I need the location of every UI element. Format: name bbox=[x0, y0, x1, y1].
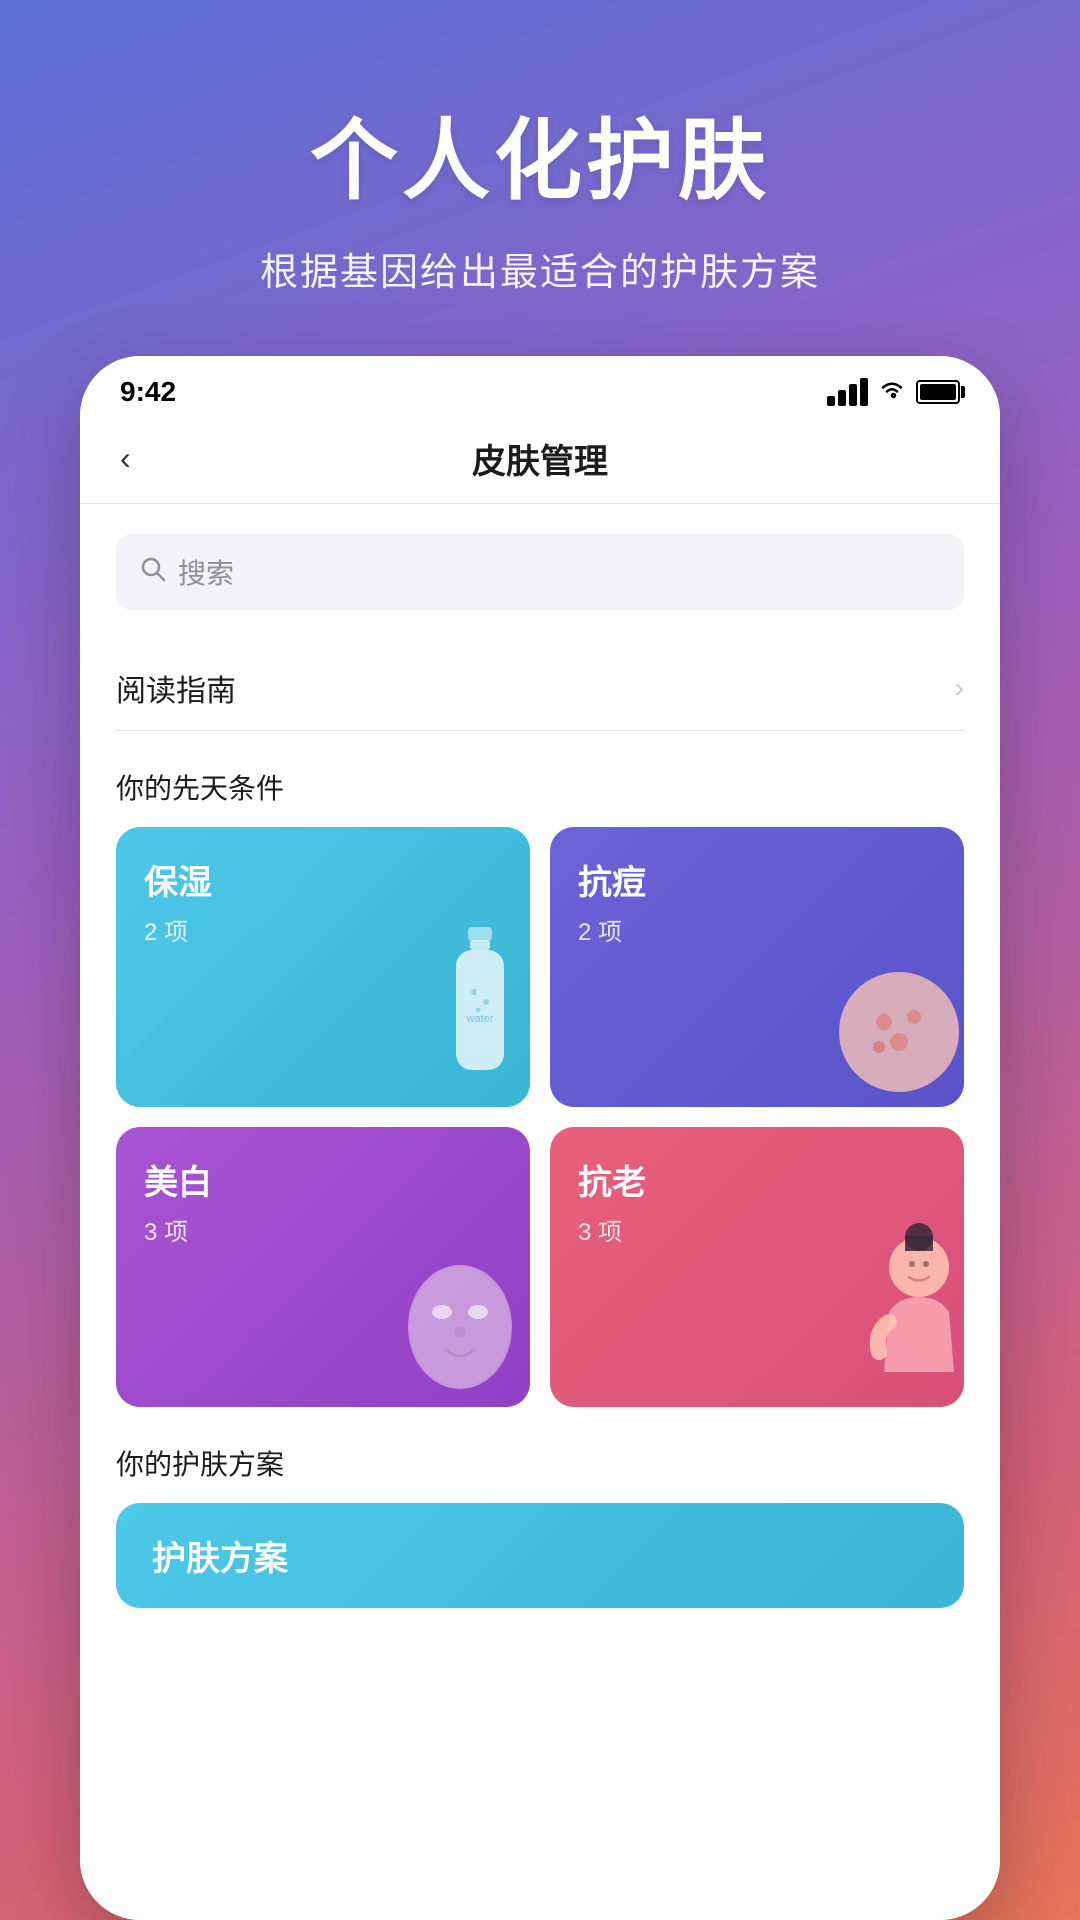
plan-section: 你的护肤方案 护肤方案 bbox=[116, 1443, 964, 1608]
card-antiaging-title: 抗老 bbox=[578, 1155, 936, 1204]
status-time: 9:42 bbox=[120, 376, 176, 408]
card-moisture-title: 保湿 bbox=[144, 855, 502, 904]
water-bottle-illustration: water bbox=[430, 922, 530, 1107]
card-whitening[interactable]: 美白 3 项 bbox=[116, 1127, 530, 1407]
guide-label: 阅读指南 bbox=[116, 666, 236, 710]
content-area: 搜索 阅读指南 › 你的先天条件 保湿 2 项 bbox=[80, 504, 1000, 1920]
hero-title: 个人化护肤 bbox=[260, 90, 820, 217]
search-bar[interactable]: 搜索 bbox=[116, 534, 964, 610]
back-button[interactable]: ‹ bbox=[120, 440, 131, 477]
card-acne-title: 抗痘 bbox=[578, 855, 936, 904]
nav-title: 皮肤管理 bbox=[472, 434, 608, 483]
card-whitening-title: 美白 bbox=[144, 1155, 502, 1204]
acne-face-illustration bbox=[834, 942, 964, 1107]
cards-grid: 保湿 2 项 water bbox=[116, 827, 964, 1407]
hero-subtitle: 根据基因给出最适合的护肤方案 bbox=[260, 241, 820, 296]
plan-section-title: 你的护肤方案 bbox=[116, 1443, 964, 1483]
nav-bar: ‹ 皮肤管理 bbox=[80, 418, 1000, 504]
wifi-icon bbox=[878, 378, 906, 406]
card-antiaging[interactable]: 抗老 3 项 bbox=[550, 1127, 964, 1407]
face-mask-illustration bbox=[390, 1232, 530, 1407]
phone-mockup: 9:42 ‹ 皮肤管理 bbox=[80, 356, 1000, 1920]
person-illustration bbox=[844, 1212, 964, 1407]
plan-card-title: 护肤方案 bbox=[152, 1531, 928, 1580]
search-placeholder: 搜索 bbox=[178, 552, 234, 592]
status-bar: 9:42 bbox=[80, 356, 1000, 418]
plan-card[interactable]: 护肤方案 bbox=[116, 1503, 964, 1608]
status-icons bbox=[827, 378, 960, 406]
chevron-right-icon: › bbox=[955, 672, 964, 704]
card-acne[interactable]: 抗痘 2 项 bbox=[550, 827, 964, 1107]
search-icon bbox=[140, 556, 166, 589]
card-moisture[interactable]: 保湿 2 项 water bbox=[116, 827, 530, 1107]
innate-section-title: 你的先天条件 bbox=[116, 767, 964, 807]
svg-text:water: water bbox=[466, 1013, 494, 1025]
hero-section: 个人化护肤 根据基因给出最适合的护肤方案 bbox=[200, 0, 880, 356]
guide-row[interactable]: 阅读指南 › bbox=[116, 646, 964, 731]
battery-icon bbox=[916, 380, 960, 404]
signal-icon bbox=[827, 378, 868, 406]
